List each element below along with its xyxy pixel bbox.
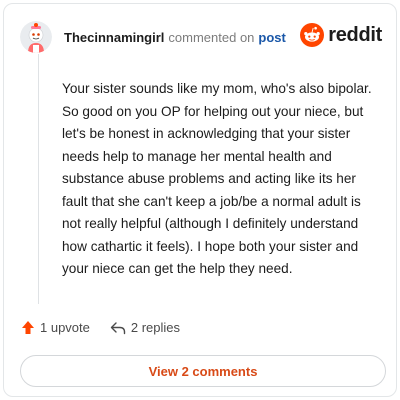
upvote-count: 1 upvote xyxy=(40,320,90,335)
comment-meta: Thecinnamingirl commented on post xyxy=(64,30,286,45)
replies-count: 2 replies xyxy=(130,320,181,335)
comment-card: Thecinnamingirl commented on post reddit… xyxy=(3,3,397,397)
comment-header: Thecinnamingirl commented on post reddit xyxy=(20,20,382,54)
snoo-avatar-icon xyxy=(20,21,52,53)
view-comments-button[interactable]: View 2 comments xyxy=(20,355,386,387)
replies-button[interactable]: 2 replies xyxy=(110,320,180,335)
user-avatar[interactable] xyxy=(20,21,52,53)
upvote-arrow-icon xyxy=(22,321,34,334)
reddit-brand[interactable]: reddit xyxy=(300,23,382,47)
thread-line xyxy=(38,54,39,304)
reddit-wordmark: reddit xyxy=(328,23,382,46)
commented-on-text: commented on xyxy=(168,29,255,45)
post-link[interactable]: post xyxy=(258,30,285,45)
username[interactable]: Thecinnamingirl xyxy=(64,30,164,45)
comment-body: Your sister sounds like my mom, who's al… xyxy=(62,81,372,276)
reply-arrow-icon xyxy=(110,321,126,334)
comment-actions: 1 upvote 2 replies xyxy=(21,320,180,335)
reddit-logo-icon xyxy=(300,23,325,47)
upvote-button[interactable]: 1 upvote xyxy=(21,320,90,335)
